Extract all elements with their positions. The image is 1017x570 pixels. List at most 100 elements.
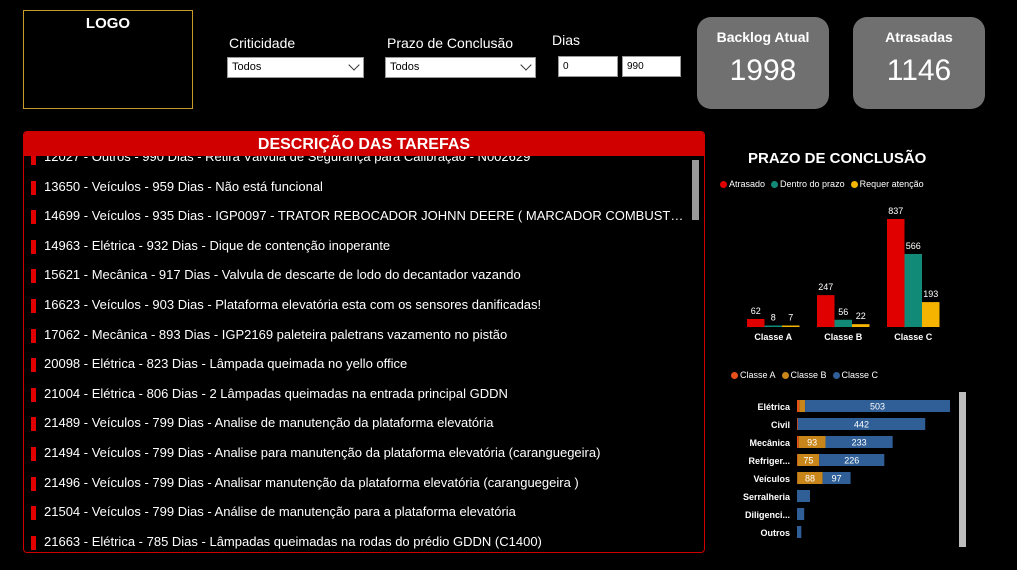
task-marker: [31, 476, 36, 491]
dias-max-input[interactable]: 990: [622, 56, 681, 77]
bar-segment: [797, 436, 799, 448]
dias-min-input[interactable]: 0: [558, 56, 618, 77]
task-row[interactable]: 21489 - Veículos - 799 Dias - Analise de…: [24, 415, 689, 435]
task-text: 21504 - Veículos - 799 Dias - Análise de…: [44, 504, 516, 520]
legend-label: Classe C: [841, 370, 879, 380]
atrasadas-title: Atrasadas: [885, 29, 953, 45]
legend-item: Classe A: [731, 370, 776, 380]
task-row[interactable]: 21494 - Veículos - 799 Dias - Analise pa…: [24, 445, 689, 465]
prazo-chart-title: PRAZO DE CONCLUSÃO: [748, 150, 927, 167]
data-label: 442: [854, 420, 869, 430]
data-label: 193: [923, 289, 938, 299]
y-tick-label: Elétrica: [757, 402, 791, 412]
legend-dot: [850, 180, 858, 188]
task-text: 16623 - Veículos - 903 Dias - Plataforma…: [44, 297, 542, 312]
dias-label: Dias: [552, 32, 581, 48]
y-tick-label: Veículos: [753, 474, 790, 484]
data-label: 8: [771, 313, 776, 323]
categoria-chart-scrollbar[interactable]: [959, 392, 966, 547]
task-marker: [31, 506, 36, 521]
data-label: 75: [803, 456, 813, 466]
bar-segment: [797, 418, 798, 430]
task-row[interactable]: 21504 - Veículos - 799 Dias - Análise de…: [24, 504, 689, 524]
task-row[interactable]: 15621 - Mecânica - 917 Dias - Valvula de…: [24, 267, 689, 287]
task-text: 21494 - Veículos - 799 Dias - Analise pa…: [44, 445, 601, 460]
bar-segment: [797, 400, 800, 412]
data-label: 93: [807, 438, 817, 448]
logo-placeholder: LOGO: [23, 10, 193, 109]
bar-segment: [797, 526, 802, 538]
bar-segment: [798, 436, 826, 448]
task-marker: [31, 180, 36, 195]
bar: [922, 302, 940, 327]
bar-segment: [805, 400, 950, 412]
task-row[interactable]: 20098 - Elétrica - 823 Dias - Lâmpada qu…: [24, 356, 689, 376]
x-tick-label: Classe B: [824, 332, 863, 342]
task-marker: [31, 535, 36, 550]
data-label: 7: [788, 313, 793, 323]
data-label: 62: [751, 306, 761, 316]
task-row[interactable]: 14699 - Veículos - 935 Dias - IGP0097 - …: [24, 208, 689, 228]
prazo-chart-legend: Atrasado Dentro do prazo Requer atenção: [720, 179, 924, 189]
bar: [747, 319, 765, 327]
legend-label: Dentro do prazo: [780, 179, 845, 189]
data-label: 56: [838, 307, 848, 317]
y-tick-label: Serralheria: [743, 492, 791, 502]
bar-segment: [797, 454, 798, 466]
legend-item: Dentro do prazo: [771, 179, 845, 189]
criticidade-dropdown[interactable]: Todos: [227, 57, 364, 78]
criticidade-label: Criticidade: [229, 35, 296, 51]
legend-dot: [832, 371, 840, 379]
legend-item: Classe C: [832, 370, 879, 380]
data-label: 503: [870, 402, 885, 412]
task-row[interactable]: 16623 - Veículos - 903 Dias - Plataforma…: [24, 297, 689, 317]
task-text: 20098 - Elétrica - 823 Dias - Lâmpada qu…: [44, 356, 408, 372]
chevron-down-icon: [348, 59, 360, 71]
bar-segment: [797, 490, 810, 502]
bar-segment: [797, 472, 823, 484]
task-row[interactable]: 21496 - Veículos - 799 Dias - Analisar m…: [24, 475, 689, 495]
atrasadas-card: Atrasadas 1146: [853, 17, 985, 109]
atrasadas-value: 1146: [886, 54, 952, 87]
legend-label: Atrasado: [729, 179, 766, 189]
data-label: 226: [844, 456, 859, 466]
task-row[interactable]: 13650 - Veículos - 959 Dias - Não está f…: [24, 179, 689, 199]
data-label: 88: [805, 474, 815, 484]
task-row[interactable]: 21004 - Elétrica - 806 Dias - 2 Lâmpadas…: [24, 386, 689, 406]
logo-text: LOGO: [85, 15, 131, 32]
task-text: 21663 - Elétrica - 785 Dias - Lâmpadas q…: [44, 533, 542, 549]
bar: [904, 253, 922, 327]
task-list-scrollbar[interactable]: [692, 160, 699, 220]
task-row[interactable]: 17062 - Mecânica - 893 Dias - IGP2169 pa…: [24, 327, 689, 347]
task-row[interactable]: 12027 - Outros - 990 Dias - Retira Válvu…: [24, 156, 689, 169]
y-tick-label: Outros: [760, 528, 790, 538]
bar: [852, 324, 870, 327]
legend-label: Requer atenção: [859, 179, 924, 189]
bar: [782, 325, 800, 327]
x-tick-label: Classe C: [894, 332, 933, 342]
task-list[interactable]: 12027 - Outros - 990 Dias - Retira Válvu…: [24, 156, 704, 552]
data-label: 233: [852, 438, 867, 448]
data-label: 97: [832, 474, 842, 484]
task-text: 14963 - Elétrica - 932 Dias - Dique de c…: [44, 237, 391, 253]
x-tick-label: Classe A: [754, 332, 792, 342]
prazo-dropdown[interactable]: Todos: [385, 57, 536, 78]
legend-label: Classe A: [740, 370, 776, 380]
y-tick-label: Refriger...: [748, 456, 790, 466]
y-tick-label: Mecânica: [749, 438, 791, 448]
bar-segment: [799, 400, 806, 412]
legend-dot: [720, 180, 727, 188]
task-row[interactable]: 14963 - Elétrica - 932 Dias - Dique de c…: [24, 238, 689, 258]
prazo-value: Todos: [390, 61, 420, 73]
bar-segment: [819, 454, 885, 466]
scrollbar-thumb[interactable]: [959, 392, 966, 547]
task-row[interactable]: 21663 - Elétrica - 785 Dias - Lâmpadas q…: [24, 534, 689, 552]
legend-dot: [771, 180, 779, 188]
bar: [764, 325, 782, 327]
y-tick-label: Diligenci...: [745, 510, 790, 520]
task-panel: DESCRIÇÃO DAS TAREFAS 12027 - Outros - 9…: [23, 131, 705, 553]
data-label: 837: [888, 206, 903, 216]
task-marker: [31, 447, 36, 461]
backlog-value: 1998: [729, 54, 797, 87]
task-marker: [31, 269, 36, 284]
